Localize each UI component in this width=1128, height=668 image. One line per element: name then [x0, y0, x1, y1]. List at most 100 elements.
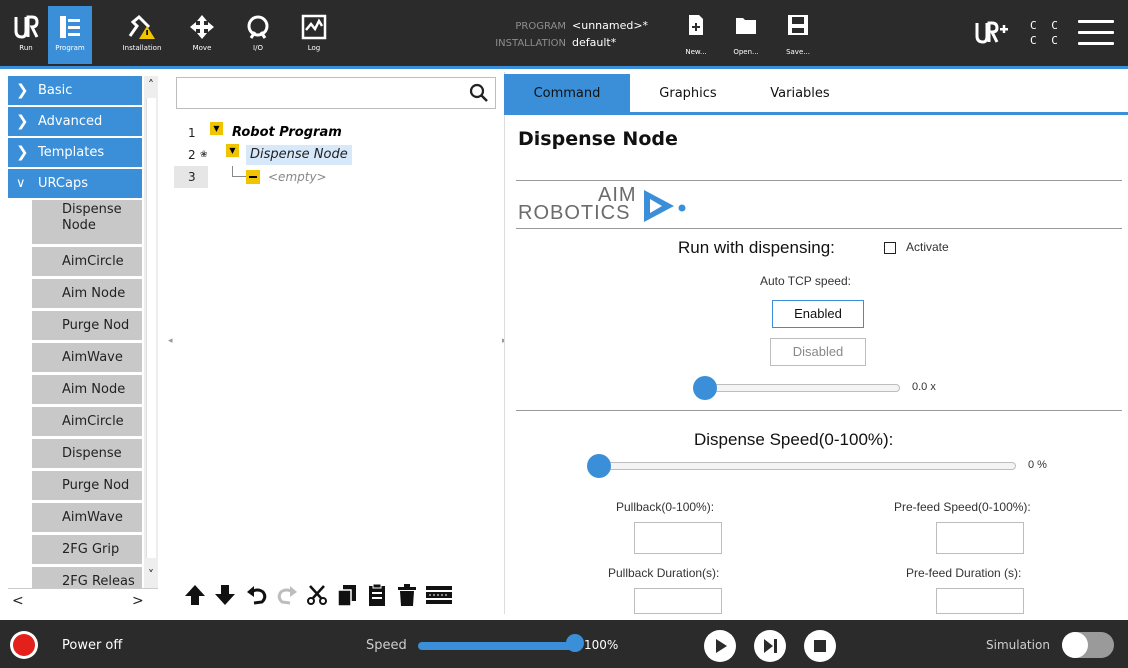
sidebar-item-label: Dispense: [62, 446, 122, 461]
power-label: Power off: [62, 638, 123, 653]
installation-key: INSTALLATION: [495, 38, 566, 49]
sidebar-category-advanced[interactable]: ❯ Advanced: [8, 107, 142, 136]
tab-graphics[interactable]: Graphics: [638, 74, 738, 114]
save-button-label: Save...: [786, 48, 810, 56]
pullback-duration-field[interactable]: [634, 588, 722, 614]
sidebar-scroll-thumb[interactable]: [146, 98, 156, 558]
step-button[interactable]: [754, 630, 786, 662]
scroll-right-icon[interactable]: >: [132, 593, 144, 609]
installation-name: default*: [572, 36, 617, 49]
sidebar-item-purge-node[interactable]: Purge Nod: [32, 311, 142, 340]
step-icon: [764, 639, 777, 653]
breakpoint-pin-icon[interactable]: ❀: [200, 144, 208, 166]
move-down-icon[interactable]: [212, 582, 238, 608]
sidebar-item-label: AimCircle: [62, 414, 124, 429]
sidebar-item-2fg-grip[interactable]: 2FG Grip: [32, 535, 142, 564]
tree-row-robot-program[interactable]: 1 ▼ Robot Program: [176, 122, 496, 144]
prefeed-duration-label: Pre-feed Duration (s):: [906, 566, 1022, 580]
collapse-triangle-icon[interactable]: ▼: [226, 144, 239, 157]
log-chart-icon: [301, 14, 327, 40]
disabled-button[interactable]: Disabled: [770, 338, 866, 366]
play-button[interactable]: [704, 630, 736, 662]
chevron-right-icon: ❯: [16, 81, 29, 99]
dispense-speed-slider-knob[interactable]: [587, 454, 611, 478]
urplus-icon[interactable]: [975, 20, 1009, 46]
ur-logo-icon: [14, 15, 39, 39]
aim-robotics-logo: AIM ROBOTICS: [518, 184, 698, 226]
speed-slider[interactable]: [418, 642, 574, 650]
sidebar-item-dispense[interactable]: Dispense: [32, 439, 142, 468]
sidebar-horizontal-scroll: < >: [8, 588, 158, 614]
power-indicator-icon: [13, 634, 35, 656]
move-tab-label: Move: [192, 44, 212, 52]
scroll-left-icon[interactable]: <: [12, 593, 24, 609]
io-tab[interactable]: I/O: [236, 6, 280, 64]
tree-row-dispense-node[interactable]: 2 ❀ ▼ Dispense Node: [176, 144, 496, 166]
open-button[interactable]: Open...: [726, 14, 766, 58]
tab-command[interactable]: Command: [504, 74, 630, 114]
sidebar-item-label: Aim Node: [62, 382, 126, 397]
splitter-left-handle[interactable]: ◂: [168, 336, 174, 346]
installation-tab[interactable]: Installation: [120, 6, 164, 64]
installation-warning-icon: [128, 14, 155, 39]
save-button[interactable]: Save...: [778, 14, 818, 58]
divider: [516, 180, 1122, 181]
scroll-up-icon[interactable]: ˄: [144, 78, 158, 92]
sidebar-item-label: 2FG Grip: [62, 542, 120, 557]
simulation-toggle[interactable]: [1062, 632, 1114, 658]
toggle-knob: [1062, 632, 1088, 658]
collapse-triangle-icon[interactable]: ▼: [210, 122, 223, 135]
sidebar-item-aimwave[interactable]: AimWave: [32, 343, 142, 372]
io-tab-label: I/O: [253, 44, 263, 52]
sidebar-category-basic[interactable]: ❯ Basic: [8, 76, 142, 105]
sidebar-item-label: Purge Nod: [62, 478, 130, 493]
empty-node-icon: [246, 170, 260, 184]
move-tab[interactable]: Move: [180, 6, 224, 64]
line-number: 1: [188, 126, 196, 140]
search-icon[interactable]: [469, 83, 489, 103]
stop-button[interactable]: [804, 630, 836, 662]
tree-node-label: Robot Program: [232, 125, 342, 140]
tree-search-input[interactable]: [176, 77, 496, 109]
status-footer: Power off Speed 100% Simulation: [0, 620, 1128, 668]
suppress-node-icon[interactable]: [424, 582, 454, 608]
scroll-down-icon[interactable]: ˅: [144, 568, 158, 582]
copy-icon[interactable]: [334, 582, 360, 608]
speed-slider-knob[interactable]: [566, 634, 584, 652]
sidebar-item-aim-node[interactable]: Aim Node: [32, 279, 142, 308]
save-disk-icon: [788, 15, 808, 35]
prefeed-speed-field[interactable]: [936, 522, 1024, 554]
program-tab[interactable]: Program: [48, 6, 92, 64]
undo-icon[interactable]: [244, 582, 270, 608]
tree-toolbar: [174, 578, 500, 614]
delete-trash-icon[interactable]: [394, 582, 420, 608]
redo-icon[interactable]: [274, 582, 300, 608]
power-button[interactable]: [10, 631, 38, 659]
run-tab[interactable]: Run: [4, 6, 48, 64]
sidebar-category-urcaps[interactable]: ∨ URCaps: [8, 169, 142, 198]
sidebar-item-aimcircle[interactable]: AimCircle: [32, 247, 142, 276]
sidebar-item-aimwave-2[interactable]: AimWave: [32, 503, 142, 532]
activate-checkbox[interactable]: [884, 242, 896, 254]
sidebar-item-aimcircle-2[interactable]: AimCircle: [32, 407, 142, 436]
dispense-speed-slider[interactable]: [598, 462, 1016, 470]
sidebar-item-dispense-node[interactable]: Dispense Node: [32, 200, 142, 244]
sidebar-item-purge-node-2[interactable]: Purge Nod: [32, 471, 142, 500]
pullback-label: Pullback(0-100%):: [616, 500, 715, 514]
cut-scissors-icon[interactable]: [304, 582, 330, 608]
pullback-field[interactable]: [634, 522, 722, 554]
tcp-speed-slider-knob[interactable]: [693, 376, 717, 400]
sidebar-category-templates[interactable]: ❯ Templates: [8, 138, 142, 167]
program-key: PROGRAM: [515, 21, 566, 32]
enabled-button[interactable]: Enabled: [772, 300, 864, 328]
log-tab[interactable]: Log: [292, 6, 336, 64]
tree-row-empty[interactable]: 3 <empty>: [176, 166, 496, 188]
new-button[interactable]: New...: [676, 14, 716, 58]
hamburger-menu-icon[interactable]: [1078, 20, 1114, 50]
paste-clipboard-icon[interactable]: [364, 582, 390, 608]
tcp-speed-slider[interactable]: [704, 384, 900, 392]
move-up-icon[interactable]: [182, 582, 208, 608]
prefeed-duration-field[interactable]: [936, 588, 1024, 614]
tab-variables[interactable]: Variables: [750, 74, 850, 114]
sidebar-item-aim-node-2[interactable]: Aim Node: [32, 375, 142, 404]
